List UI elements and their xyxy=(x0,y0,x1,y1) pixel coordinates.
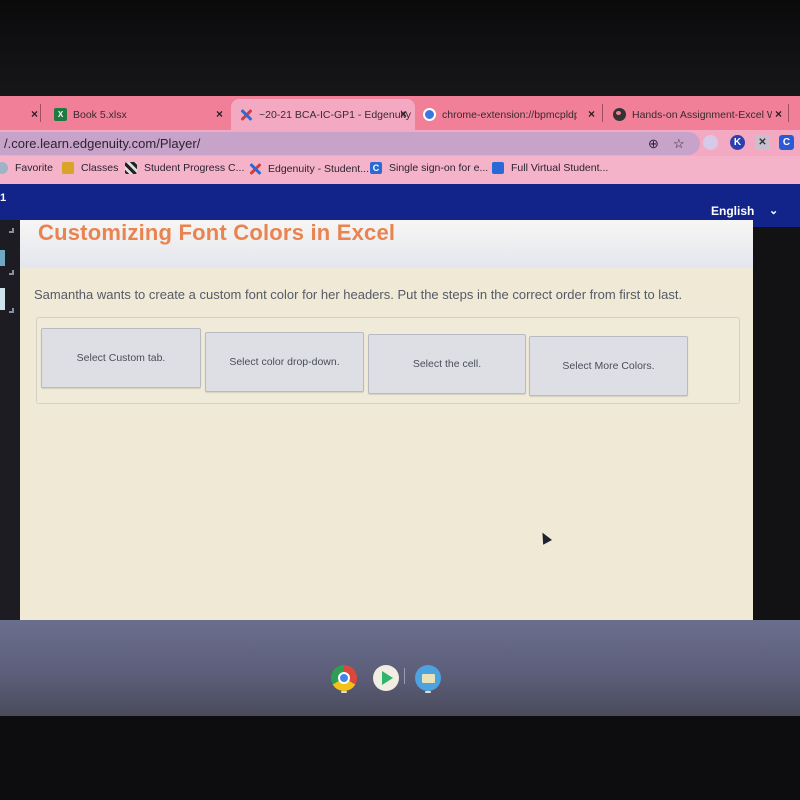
classroom-icon xyxy=(62,162,74,174)
extension-k-icon[interactable]: K xyxy=(730,135,745,150)
edgenuity-icon xyxy=(239,108,253,122)
address-bar[interactable]: /.core.learn.edgenuity.com/Player/ ⊕ ☆ xyxy=(0,132,700,155)
expand-handle-icon[interactable] xyxy=(9,308,14,313)
bookmark-label: Classes xyxy=(81,162,119,174)
bookmarks-bar: Favorite Classes Student Progress C... E… xyxy=(0,156,800,184)
shelf-divider xyxy=(404,668,405,684)
close-icon[interactable]: × xyxy=(216,107,223,121)
running-indicator xyxy=(341,691,347,693)
tab-chrome-extension[interactable]: chrome-extension://bpmcpldpd × xyxy=(415,99,603,130)
running-indicator xyxy=(425,691,431,693)
tab-edgenuity[interactable]: ~20-21 BCA-IC-GP1 - Edgenuity × xyxy=(231,99,415,130)
tab-separator xyxy=(602,104,603,122)
close-icon[interactable]: × xyxy=(400,107,407,121)
bookmark-label: Student Progress C... xyxy=(144,162,245,174)
bookmark-star-icon[interactable]: ☆ xyxy=(673,136,685,152)
files-app-icon[interactable] xyxy=(415,665,441,691)
screen-bezel-bottom xyxy=(0,716,800,800)
extension-x-icon[interactable]: ✕ xyxy=(755,135,770,150)
tab-separator xyxy=(788,104,789,122)
bookmark-label: Full Virtual Student... xyxy=(511,162,609,174)
globe-icon xyxy=(613,108,626,121)
browser-tab-strip: × X Book 5.xlsx × ~20-21 BCA-IC-GP1 - Ed… xyxy=(0,96,800,130)
excel-icon: X xyxy=(54,108,67,121)
bookmark-edgenuity-student[interactable]: Edgenuity - Student... xyxy=(248,162,369,176)
close-icon[interactable]: × xyxy=(588,107,595,121)
bookmark-label: Single sign-on for e... xyxy=(389,162,489,174)
expand-handle-icon[interactable] xyxy=(9,228,14,233)
rail-indicator xyxy=(0,250,5,266)
play-store-icon[interactable] xyxy=(373,665,399,691)
ordering-area[interactable]: Select Custom tab. Select color drop-dow… xyxy=(36,317,740,404)
browser-toolbar: /.core.learn.edgenuity.com/Player/ ⊕ ☆ K… xyxy=(0,130,800,156)
bookmark-single-sign-on[interactable]: C Single sign-on for e... xyxy=(370,162,488,174)
left-rail xyxy=(0,220,20,620)
url-text[interactable]: /.core.learn.edgenuity.com/Player/ xyxy=(4,136,200,151)
extension-c-icon[interactable]: C xyxy=(779,135,794,150)
expand-handle-icon[interactable] xyxy=(9,270,14,275)
edgenuity-icon xyxy=(248,162,262,176)
person-icon xyxy=(492,162,504,174)
title-bar: Customizing Font Colors in Excel xyxy=(20,220,753,268)
tab-separator xyxy=(40,104,41,122)
chrome-app-icon[interactable] xyxy=(331,665,357,691)
bookmark-globe-icon xyxy=(0,162,8,174)
bookmark-favorite[interactable]: Favorite xyxy=(0,162,53,174)
chrome-extension-icon xyxy=(423,108,436,121)
language-selector[interactable]: English xyxy=(711,204,754,218)
screen: × X Book 5.xlsx × ~20-21 BCA-IC-GP1 - Ed… xyxy=(0,0,800,800)
play-triangle xyxy=(382,671,393,685)
tab-label: Book 5.xlsx xyxy=(73,108,127,121)
close-icon[interactable]: × xyxy=(31,107,38,121)
folder-glyph xyxy=(422,674,435,683)
activity-prompt: Samantha wants to create a custom font c… xyxy=(34,287,683,302)
bookmark-full-virtual-student[interactable]: Full Virtual Student... xyxy=(492,162,608,174)
step-card[interactable]: Select More Colors. xyxy=(529,336,688,396)
header-number: 1 xyxy=(0,192,7,204)
step-card[interactable]: Select the cell. xyxy=(368,334,526,394)
zoom-icon[interactable]: ⊕ xyxy=(648,136,659,152)
tab-book5[interactable]: X Book 5.xlsx × xyxy=(46,99,231,130)
tab-hands-on-assignment[interactable]: Hands-on Assignment-Excel Wo × xyxy=(605,99,790,130)
activity-panel: Customizing Font Colors in Excel Samanth… xyxy=(20,220,753,630)
screen-bezel xyxy=(0,0,800,96)
rail-indicator xyxy=(0,288,5,310)
activity-title: Customizing Font Colors in Excel xyxy=(38,220,396,245)
step-card[interactable]: Select color drop-down. xyxy=(205,332,364,392)
bookmark-classes[interactable]: Classes xyxy=(62,162,118,174)
bookmark-label: Favorite xyxy=(15,162,53,174)
close-icon[interactable]: × xyxy=(775,107,782,121)
student-progress-icon xyxy=(125,162,137,174)
chrome-center xyxy=(338,672,350,684)
bookmark-student-progress[interactable]: Student Progress C... xyxy=(125,162,244,174)
chevron-down-icon[interactable]: ⌄ xyxy=(769,204,778,217)
desktop-background xyxy=(0,620,800,716)
tab-label: ~20-21 BCA-IC-GP1 - Edgenuity xyxy=(259,108,412,121)
tab-label: Hands-on Assignment-Excel Wo xyxy=(632,108,772,121)
bookmark-label: Edgenuity - Student... xyxy=(268,163,369,175)
tab-label: chrome-extension://bpmcpldpd xyxy=(442,108,577,121)
extension-profile-icon[interactable] xyxy=(703,135,718,150)
classlink-icon: C xyxy=(370,162,382,174)
step-card[interactable]: Select Custom tab. xyxy=(41,328,201,388)
